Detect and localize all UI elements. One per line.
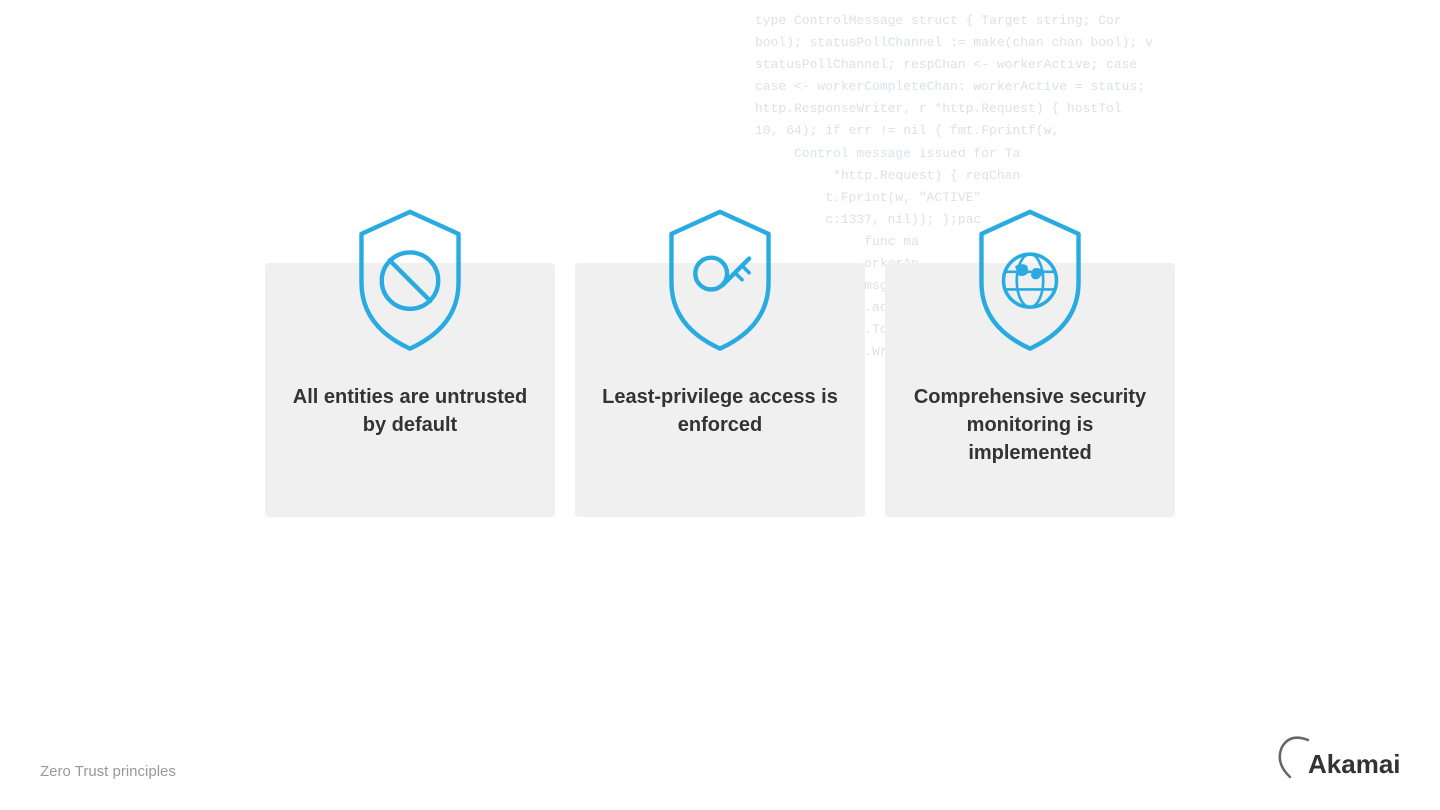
cards-container: All entities are untrusted by default <box>265 263 1175 517</box>
card-icon-area-monitoring <box>885 203 1175 353</box>
footer-label: Zero Trust principles <box>40 763 176 780</box>
card-untrusted-text: All entities are untrusted by default <box>265 383 555 439</box>
svg-text:Akamai: Akamai <box>1308 749 1400 779</box>
card-icon-area-untrusted <box>265 203 555 353</box>
card-monitoring: Comprehensive security monitoring is imp… <box>885 263 1175 517</box>
card-monitoring-text: Comprehensive security monitoring is imp… <box>885 383 1175 467</box>
main-content: All entities are untrusted by default <box>0 0 1440 810</box>
card-least-privilege: Least-privilege access is enforced <box>575 263 865 517</box>
globe-shield-icon <box>955 203 1105 353</box>
akamai-logo-svg: Akamai <box>1270 735 1400 790</box>
card-privilege-text: Least-privilege access is enforced <box>575 383 865 439</box>
ban-shield-icon <box>335 203 485 353</box>
card-untrusted: All entities are untrusted by default <box>265 263 555 517</box>
akamai-logo: Akamai <box>1270 735 1400 790</box>
card-icon-area-privilege <box>575 203 865 353</box>
key-shield-icon <box>645 203 795 353</box>
